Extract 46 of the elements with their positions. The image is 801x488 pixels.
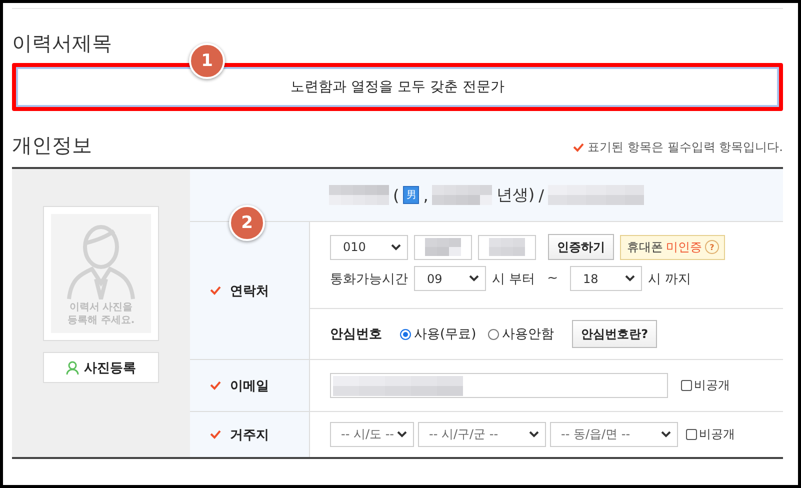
summary-text: 년생) — [496, 184, 535, 206]
radio-option[interactable]: 사용(무료) — [400, 325, 476, 343]
range-text: 시 부터 — [492, 270, 536, 288]
dropdown[interactable]: 18 — [570, 266, 642, 291]
required-note: 표기된 항목은 필수입력 항목입니다. — [588, 139, 783, 156]
person-icon — [66, 360, 79, 374]
info-button[interactable]: 안심번호란? — [572, 320, 658, 348]
phone-field[interactable] — [478, 234, 536, 260]
summary-text: / — [538, 186, 544, 204]
blurred-text — [432, 185, 492, 205]
photo-upload-button[interactable]: 사진등록 — [43, 352, 159, 383]
dropdown[interactable]: 09 — [414, 266, 486, 291]
dropdown[interactable]: -- 동/읍/면 -- — [550, 422, 678, 447]
section-heading: 이력서제목 — [12, 30, 113, 57]
caret-icon — [661, 431, 671, 438]
gender-badge: 男 — [403, 186, 420, 204]
summary-text: , — [423, 186, 428, 204]
private-checkbox[interactable]: 비공개 — [686, 426, 735, 443]
range-text: 시 까지 — [648, 270, 692, 288]
blurred-text — [329, 185, 389, 205]
caret-icon — [391, 244, 401, 250]
field-label: 연락처 — [230, 282, 269, 300]
private-checkbox[interactable]: 비공개 — [681, 377, 730, 394]
safe-number-label: 안심번호 — [330, 326, 382, 343]
check-icon — [572, 143, 584, 152]
caret-icon — [397, 431, 407, 438]
caret-icon — [625, 275, 636, 282]
field-label: 이메일 — [230, 378, 269, 394]
radio-option[interactable]: 사용안함 — [488, 325, 554, 343]
caret-icon — [529, 431, 539, 438]
status-text: 미인증 — [666, 238, 702, 256]
caret-icon — [469, 275, 479, 282]
phone-field[interactable] — [414, 234, 472, 260]
photo-placeholder-text: 이력서 사진을 등록해 주세요. — [66, 301, 136, 327]
step-badge: 1 — [189, 43, 225, 79]
summary-text: ( — [393, 186, 400, 204]
dropdown[interactable]: -- 시/구/군 -- — [418, 422, 546, 447]
status-label: 휴대폰 — [627, 238, 663, 256]
section-heading: 개인정보 — [12, 132, 92, 159]
dropdown[interactable]: -- 시/도 -- — [330, 422, 414, 447]
call-time-label: 통화가능시간 — [330, 270, 408, 288]
tilde-text: ~ — [547, 271, 558, 286]
dropdown[interactable]: 010 — [330, 234, 408, 260]
field-label: 거주지 — [230, 426, 269, 444]
verify-button[interactable]: 인증하기 — [548, 234, 614, 260]
email-field[interactable] — [330, 373, 668, 398]
